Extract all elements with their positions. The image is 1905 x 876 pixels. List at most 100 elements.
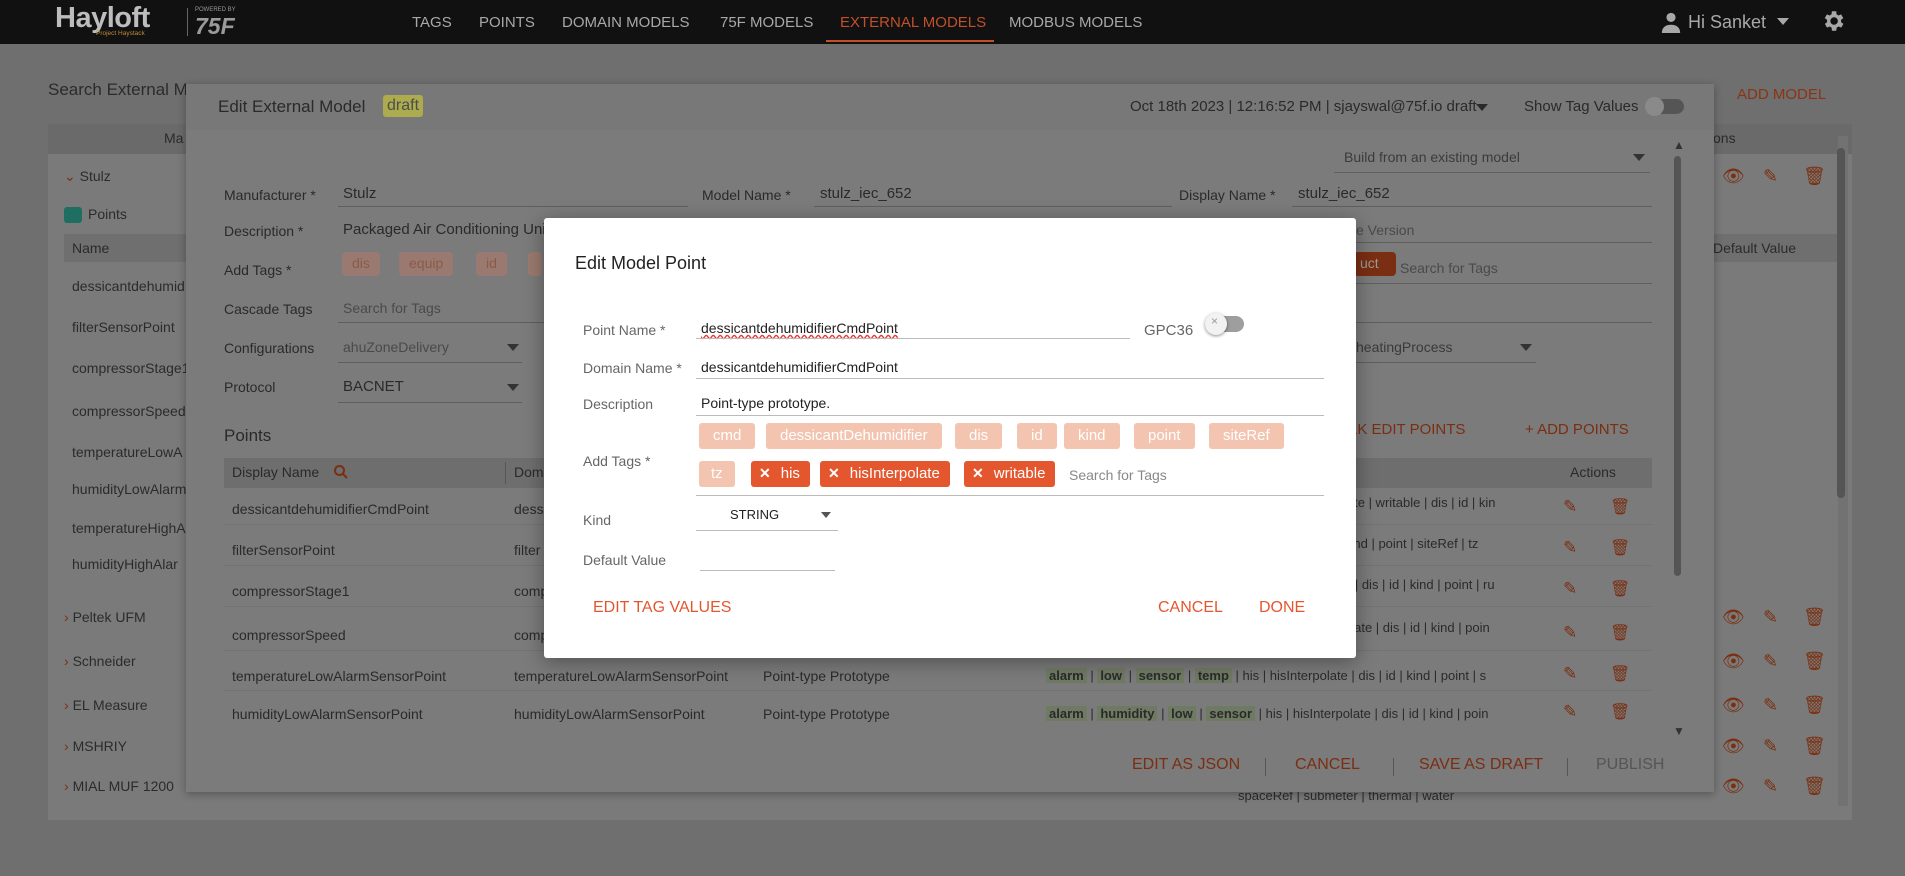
- panel-cancel-button[interactable]: CANCEL: [1295, 756, 1360, 774]
- nav-link-75f-models[interactable]: 75F MODELS: [720, 14, 813, 31]
- edit-pencil-icon[interactable]: ✎: [1763, 736, 1778, 757]
- delete-trash-icon[interactable]: 🗑: [1610, 664, 1630, 684]
- cancel-button[interactable]: CANCEL: [1158, 599, 1223, 617]
- save-as-draft-button[interactable]: SAVE AS DRAFT: [1419, 756, 1543, 774]
- view-eye-icon[interactable]: 👁: [1722, 166, 1745, 187]
- model-tag-search-input[interactable]: Search for Tags: [1400, 260, 1498, 276]
- model-tag-chip[interactable]: [528, 252, 542, 276]
- edit-pencil-icon[interactable]: ✎: [1763, 651, 1778, 672]
- point-row-name[interactable]: compressorStage1: [232, 583, 350, 599]
- nav-link-points[interactable]: POINTS: [479, 14, 535, 31]
- edit-pencil-icon[interactable]: ✎: [1763, 166, 1778, 187]
- remove-tag-close-icon[interactable]: ✕: [972, 465, 984, 481]
- edit-pencil-icon[interactable]: ✎: [1563, 664, 1577, 684]
- description-input[interactable]: Packaged Air Conditioning Uni: [343, 221, 546, 238]
- edit-pencil-icon[interactable]: ✎: [1563, 497, 1577, 517]
- tag-chip[interactable]: cmd: [699, 423, 756, 449]
- publish-button[interactable]: PUBLISH: [1596, 756, 1664, 774]
- model-tag-chip[interactable]: id: [476, 252, 507, 276]
- nav-link-external-models[interactable]: EXTERNAL MODELS: [840, 14, 986, 31]
- point-row-name[interactable]: dessicantdehumidifierCmdPoint: [232, 501, 429, 517]
- configurations-select[interactable]: ahuZoneDelivery: [343, 339, 449, 355]
- protocol-chevron-down-icon[interactable]: [507, 384, 519, 391]
- edit-pencil-icon[interactable]: ✎: [1763, 607, 1778, 628]
- protocol-select[interactable]: BACNET: [343, 378, 404, 395]
- point-row-name[interactable]: humidityLowAlarmSensorPoint: [232, 706, 423, 722]
- user-greeting[interactable]: Hi Sanket: [1688, 12, 1766, 33]
- point-row-name[interactable]: filterSensorPoint: [232, 542, 335, 558]
- tag-chip-active[interactable]: ✕ writable: [964, 461, 1056, 487]
- domain-name-input[interactable]: dessicantdehumidifierCmdPoint: [701, 359, 898, 375]
- cascade-tags-input[interactable]: Search for Tags: [343, 300, 441, 316]
- tag-chip-active[interactable]: ✕ his: [751, 461, 810, 487]
- configurations-right-chevron-down-icon[interactable]: [1520, 344, 1532, 351]
- revision-chevron-down-icon[interactable]: [1476, 104, 1488, 111]
- manufacturer-row-mial[interactable]: › MIAL MUF 1200: [64, 778, 174, 794]
- delete-trash-icon[interactable]: 🗑: [1610, 702, 1630, 722]
- delete-trash-icon[interactable]: 🗑: [1803, 166, 1826, 187]
- show-tag-values-toggle[interactable]: [1645, 97, 1684, 116]
- gpc36-toggle[interactable]: ×: [1205, 313, 1244, 335]
- search-icon[interactable]: [333, 464, 349, 480]
- tag-chip[interactable]: id: [1017, 423, 1057, 449]
- delete-trash-icon[interactable]: 🗑: [1803, 651, 1826, 672]
- delete-trash-icon[interactable]: 🗑: [1803, 607, 1826, 628]
- view-eye-icon[interactable]: 👁: [1722, 695, 1745, 716]
- done-button[interactable]: DONE: [1259, 599, 1305, 617]
- manufacturer-row-stulz[interactable]: ⌄ Stulz: [64, 168, 111, 185]
- nav-link-domain-models[interactable]: DOMAIN MODELS: [562, 14, 690, 31]
- description-input[interactable]: Point-type prototype.: [701, 395, 830, 411]
- scroll-up-arrow-icon[interactable]: ▲: [1673, 138, 1685, 152]
- point-row-name[interactable]: temperatureLowAlarmSensorPoint: [232, 668, 446, 684]
- view-eye-icon[interactable]: 👁: [1722, 607, 1745, 628]
- kind-select[interactable]: STRING: [730, 507, 779, 522]
- delete-trash-icon[interactable]: 🗑: [1803, 695, 1826, 716]
- model-name-input[interactable]: stulz_iec_652: [820, 185, 912, 202]
- configurations-right-select[interactable]: heatingProcess: [1356, 339, 1453, 355]
- version-field[interactable]: e Version: [1356, 222, 1414, 238]
- bulk-edit-points-button[interactable]: LK EDIT POINTS: [1349, 421, 1465, 438]
- nav-link-modbus-models[interactable]: MODBUS MODELS: [1009, 14, 1142, 31]
- delete-trash-icon[interactable]: 🗑: [1610, 497, 1630, 517]
- model-tag-chip[interactable]: equip: [399, 252, 454, 276]
- point-name-input[interactable]: dessicantdehumidifierCmdPoint: [701, 320, 898, 336]
- user-menu-chevron-down-icon[interactable]: [1777, 18, 1789, 25]
- scroll-down-arrow-icon[interactable]: ▼: [1673, 724, 1685, 738]
- view-eye-icon[interactable]: 👁: [1722, 776, 1745, 797]
- manufacturer-row-mshriy[interactable]: › MSHRIY: [64, 738, 127, 754]
- delete-trash-icon[interactable]: 🗑: [1610, 538, 1630, 558]
- remove-tag-close-icon[interactable]: ✕: [828, 465, 840, 481]
- kind-chevron-down-icon[interactable]: [821, 512, 831, 518]
- view-eye-icon[interactable]: 👁: [1722, 651, 1745, 672]
- edit-pencil-icon[interactable]: ✎: [1763, 776, 1778, 797]
- panel-scrollbar-thumb[interactable]: [1674, 156, 1681, 576]
- view-eye-icon[interactable]: 👁: [1722, 736, 1745, 757]
- gear-icon[interactable]: [1820, 8, 1846, 34]
- edit-tag-values-button[interactable]: EDIT TAG VALUES: [593, 599, 731, 617]
- point-row-name[interactable]: compressorSpeed: [232, 627, 346, 643]
- model-tag-chip[interactable]: dis: [342, 252, 380, 276]
- add-points-button[interactable]: + ADD POINTS: [1525, 421, 1629, 438]
- user-icon[interactable]: [1660, 11, 1682, 33]
- tag-chip[interactable]: tz: [699, 461, 735, 487]
- manufacturer-input[interactable]: Stulz: [343, 185, 376, 202]
- remove-tag-close-icon[interactable]: ✕: [759, 465, 771, 481]
- edit-pencil-icon[interactable]: ✎: [1763, 695, 1778, 716]
- edit-pencil-icon[interactable]: ✎: [1563, 579, 1577, 599]
- tag-chip[interactable]: kind: [1064, 423, 1120, 449]
- delete-trash-icon[interactable]: 🗑: [1803, 736, 1826, 757]
- nav-link-tags[interactable]: TAGS: [412, 14, 452, 31]
- build-from-model-select[interactable]: Build from an existing model: [1344, 149, 1520, 165]
- tag-search-input[interactable]: Search for Tags: [1069, 467, 1167, 483]
- background-scrollbar-thumb[interactable]: [1837, 148, 1845, 498]
- edit-pencil-icon[interactable]: ✎: [1563, 702, 1577, 722]
- model-tag-chip-active[interactable]: uct: [1354, 252, 1396, 276]
- default-value-input[interactable]: [701, 550, 835, 568]
- edit-pencil-icon[interactable]: ✎: [1563, 538, 1577, 558]
- edit-as-json-button[interactable]: EDIT AS JSON: [1132, 756, 1240, 774]
- manufacturer-row-schneider[interactable]: › Schneider: [64, 653, 136, 669]
- delete-trash-icon[interactable]: 🗑: [1610, 579, 1630, 599]
- build-from-chevron-down-icon[interactable]: [1633, 154, 1645, 161]
- tag-chip[interactable]: siteRef: [1209, 423, 1284, 449]
- display-name-input[interactable]: stulz_iec_652: [1298, 185, 1390, 202]
